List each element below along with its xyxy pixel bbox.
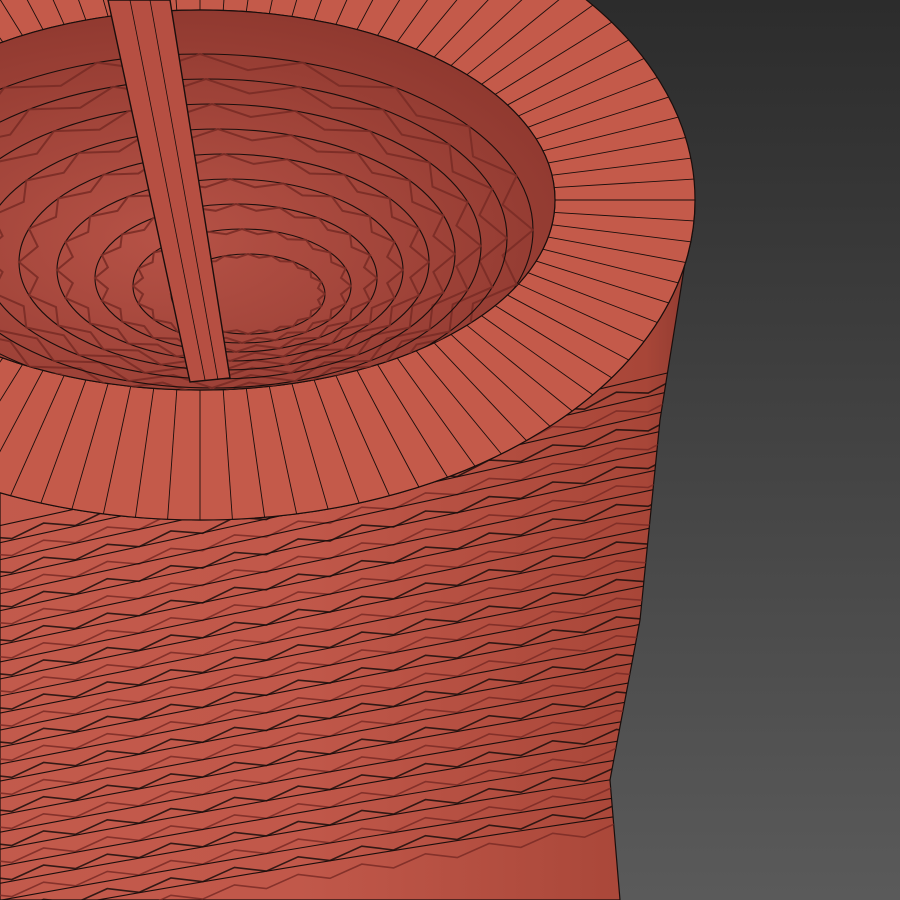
3d-viewport[interactable] [0, 0, 900, 900]
viewport-canvas[interactable] [0, 0, 900, 900]
